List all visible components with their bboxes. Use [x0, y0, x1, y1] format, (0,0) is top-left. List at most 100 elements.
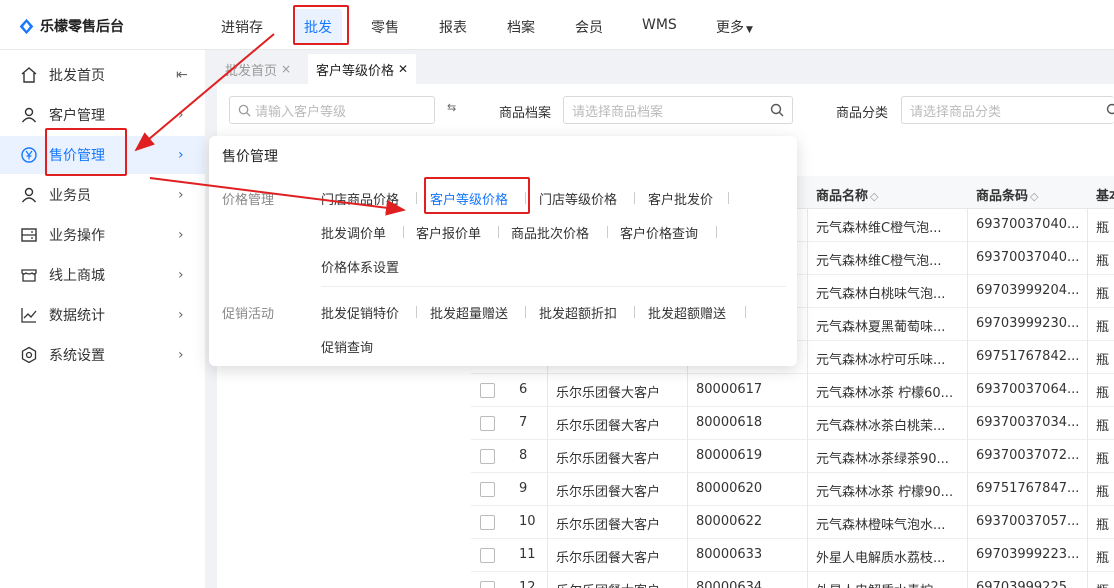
cell-customer-name: 乐尔乐团餐大客户 [556, 452, 661, 467]
menu-link-price-system-settings[interactable]: 价格体系设置 [321, 257, 399, 276]
row-checkbox[interactable] [480, 482, 495, 497]
menu-separator [403, 226, 404, 238]
menu-link-store-level-price[interactable]: 门店等级价格 [539, 189, 617, 208]
column-separator [1087, 308, 1088, 341]
collapse-panel-icon[interactable]: ⇆ [447, 101, 456, 114]
column-separator [547, 374, 548, 407]
row-checkbox[interactable] [480, 548, 495, 563]
table-row[interactable]: 11 乐尔乐团餐大客户 80000633 外星人电解质水荔枝... 6970399922… [471, 539, 1114, 572]
close-icon[interactable]: × [281, 62, 291, 76]
sidebar-item-salesperson[interactable]: 业务员 › [0, 176, 205, 214]
cell-unit: 瓶 [1096, 254, 1110, 269]
column-separator [687, 572, 688, 588]
cell-product-name: 元气森林白桃味气泡... [816, 287, 946, 302]
menu-link-wholesale-over-amount-discount[interactable]: 批发超额折扣 [539, 303, 617, 322]
app-logo[interactable]: 乐檬零售后台 [18, 15, 124, 37]
cell-row-number: 8 [519, 448, 528, 463]
row-checkbox[interactable] [480, 581, 495, 588]
popup-title: 售价管理 [222, 149, 278, 165]
sidebar-item-business-operations[interactable]: 业务操作 › [0, 216, 205, 254]
row-checkbox[interactable] [480, 449, 495, 464]
table-row[interactable]: 12 乐尔乐团餐大客户 80000634 外星人电解质水青柠... 6970399922… [471, 572, 1114, 588]
column-separator [1087, 473, 1088, 506]
column-separator [687, 407, 688, 440]
cell-unit: 瓶 [1096, 419, 1110, 434]
collapse-sidebar-icon[interactable]: ⇤ [176, 67, 188, 83]
nav-item-archive[interactable]: 档案 [507, 17, 535, 37]
menu-link-customer-wholesale-price[interactable]: 客户批发价 [648, 189, 713, 208]
popup-divider [321, 286, 786, 287]
column-separator [687, 440, 688, 473]
column-header-product-name[interactable]: 商品名称 ◇ [816, 185, 878, 204]
column-header-basic-unit[interactable]: 基本 [1096, 185, 1114, 204]
product-category-select[interactable]: 请选择商品分类 [901, 96, 1114, 124]
home-icon [21, 67, 37, 83]
close-icon[interactable]: ✕ [398, 62, 408, 76]
sidebar-item-label: 客户管理 [49, 108, 105, 124]
sidebar-item-customer-management[interactable]: 客户管理 › [0, 96, 205, 134]
sidebar-item-label: 批发首页 [49, 68, 105, 84]
column-separator [1087, 275, 1088, 308]
menu-link-store-product-price[interactable]: 门店商品价格 [321, 189, 399, 208]
table-row[interactable]: 9 乐尔乐团餐大客户 80000620 元气森林冰茶 柠檬90... 697517678… [471, 473, 1114, 506]
menu-link-product-batch-price[interactable]: 商品批次价格 [511, 223, 589, 242]
chevron-right-icon: › [178, 187, 184, 203]
cell-customer-code: 80000619 [696, 448, 763, 463]
menu-separator [634, 192, 635, 204]
menu-link-wholesale-special-price[interactable]: 批发促销特价 [321, 303, 399, 322]
menu-link-customer-price-query[interactable]: 客户价格查询 [620, 223, 698, 242]
sidebar-item-system-settings[interactable]: 系统设置 › [0, 336, 205, 374]
cell-product-name: 元气森林冰柠可乐味... [816, 353, 946, 368]
menu-link-wholesale-over-quantity-gift[interactable]: 批发超量赠送 [430, 303, 508, 322]
column-separator [807, 209, 808, 242]
column-separator [967, 407, 968, 440]
settings-icon [21, 346, 37, 364]
product-archive-select[interactable]: 请选择商品档案 [563, 96, 793, 124]
nav-item-retail[interactable]: 零售 [371, 17, 399, 37]
nav-item-member[interactable]: 会员 [575, 17, 603, 37]
sidebar-item-label: 业务员 [49, 188, 91, 204]
row-checkbox[interactable] [480, 416, 495, 431]
cell-row-number: 9 [519, 481, 528, 496]
table-row[interactable]: 7 乐尔乐团餐大客户 80000618 元气森林冰茶白桃茉... 69370037034… [471, 407, 1114, 440]
sidebar-item-online-mall[interactable]: 线上商城 › [0, 256, 205, 294]
nav-item-more[interactable]: 更多 ▼ [716, 17, 753, 37]
column-separator [807, 275, 808, 308]
row-checkbox[interactable] [480, 383, 495, 398]
nav-item-wholesale[interactable]: 批发 [304, 17, 332, 37]
nav-item-wms[interactable]: WMS [642, 17, 677, 33]
nav-item-inventory[interactable]: 进销存 [221, 17, 263, 37]
sidebar-item-wholesale-home[interactable]: 批发首页 ⇤ [0, 56, 205, 94]
page-tabs: 批发首页 × 客户等级价格 ✕ [217, 50, 1114, 84]
cell-unit: 瓶 [1096, 287, 1110, 302]
column-separator [1087, 209, 1088, 242]
cell-barcode: 69370037034... [976, 415, 1080, 430]
sidebar-item-data-statistics[interactable]: 数据统计 › [0, 296, 205, 334]
cell-unit: 瓶 [1096, 452, 1110, 467]
column-separator [687, 473, 688, 506]
sidebar-item-price-management[interactable]: 售价管理 › [0, 136, 205, 174]
tab-wholesale-home[interactable]: 批发首页 × [217, 54, 299, 84]
cell-customer-name: 乐尔乐团餐大客户 [556, 518, 661, 533]
cell-customer-code: 80000618 [696, 415, 763, 430]
nav-item-reports[interactable]: 报表 [439, 17, 467, 37]
column-separator [547, 440, 548, 473]
caret-down-icon: ▼ [746, 25, 753, 35]
column-header-barcode[interactable]: 商品条码 ◇ [976, 185, 1038, 204]
table-row[interactable]: 10 乐尔乐团餐大客户 80000622 元气森林橙味气泡水... 6937003705… [471, 506, 1114, 539]
customer-level-search-input[interactable]: 请输入客户等级 [229, 96, 435, 124]
menu-link-wholesale-over-amount-gift[interactable]: 批发超额赠送 [648, 303, 726, 322]
menu-link-promotion-query[interactable]: 促销查询 [321, 337, 373, 356]
menu-link-wholesale-price-adjustment[interactable]: 批发调价单 [321, 223, 386, 242]
column-separator [547, 407, 548, 440]
tab-customer-level-price[interactable]: 客户等级价格 ✕ [308, 54, 417, 84]
table-row[interactable]: 8 乐尔乐团餐大客户 80000619 元气森林冰茶绿茶90... 6937003707… [471, 440, 1114, 473]
menu-link-customer-quotation[interactable]: 客户报价单 [416, 223, 481, 242]
column-separator [547, 473, 548, 506]
row-checkbox[interactable] [480, 515, 495, 530]
cell-customer-name: 乐尔乐团餐大客户 [556, 580, 660, 588]
menu-link-customer-level-price[interactable]: 客户等级价格 [430, 189, 508, 208]
cell-product-name: 元气森林冰茶白桃茉... [816, 419, 946, 434]
table-row[interactable]: 6 乐尔乐团餐大客户 80000617 元气森林冰茶 柠檬60... 693700370… [471, 374, 1114, 407]
column-separator [967, 440, 968, 473]
